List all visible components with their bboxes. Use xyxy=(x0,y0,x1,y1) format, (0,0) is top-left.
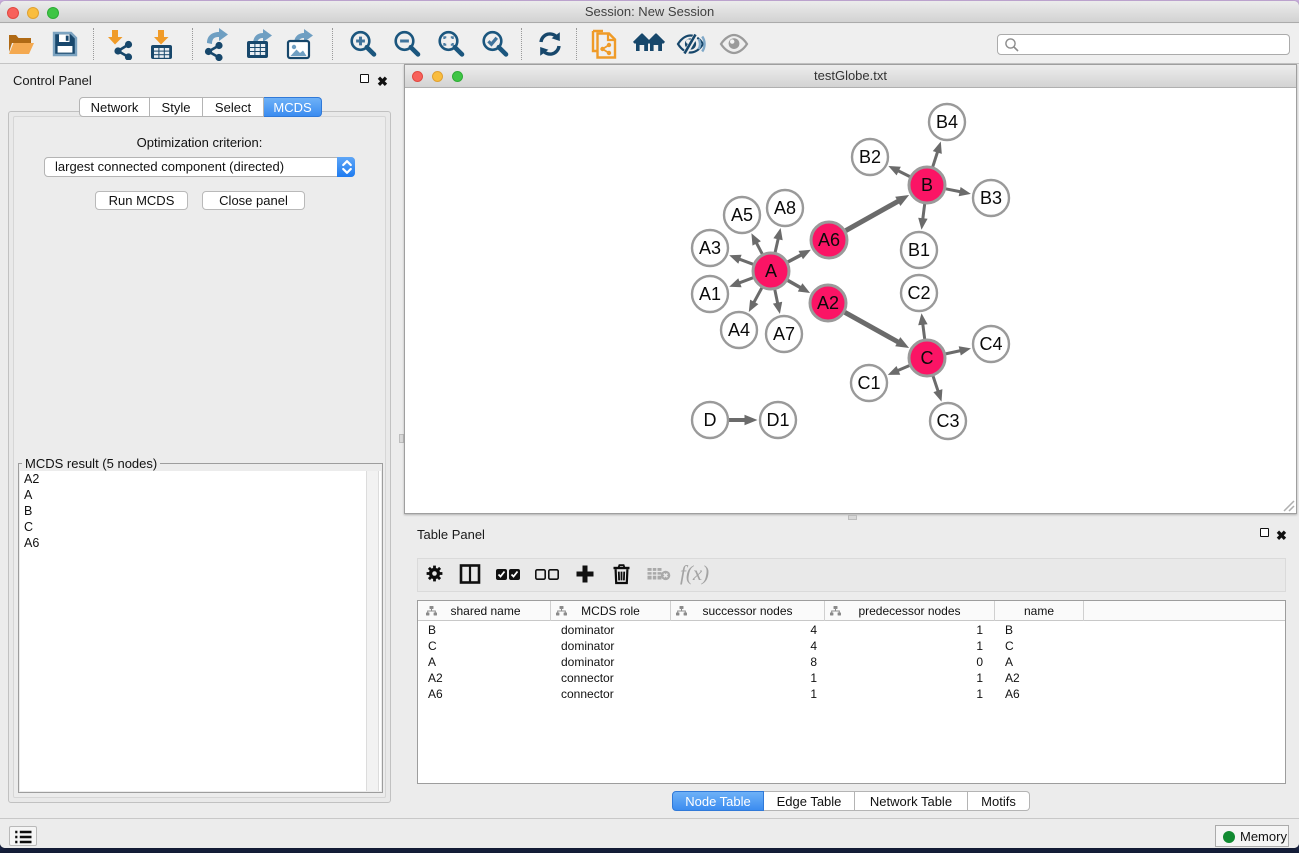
svg-text:A1: A1 xyxy=(699,284,721,304)
svg-text:C2: C2 xyxy=(907,283,930,303)
svg-text:A5: A5 xyxy=(731,205,753,225)
svg-text:B: B xyxy=(921,175,933,195)
svg-text:A4: A4 xyxy=(728,320,750,340)
svg-text:A6: A6 xyxy=(818,230,840,250)
svg-text:C: C xyxy=(921,348,934,368)
svg-text:D: D xyxy=(704,410,717,430)
svg-text:B4: B4 xyxy=(936,112,958,132)
svg-text:C3: C3 xyxy=(936,411,959,431)
svg-text:A8: A8 xyxy=(774,198,796,218)
svg-text:B1: B1 xyxy=(908,240,930,260)
svg-text:A3: A3 xyxy=(699,238,721,258)
svg-text:C1: C1 xyxy=(857,373,880,393)
svg-text:C4: C4 xyxy=(979,334,1002,354)
svg-text:A2: A2 xyxy=(817,293,839,313)
svg-text:A: A xyxy=(765,261,777,281)
svg-text:B2: B2 xyxy=(859,147,881,167)
svg-text:D1: D1 xyxy=(766,410,789,430)
svg-text:B3: B3 xyxy=(980,188,1002,208)
svg-text:A7: A7 xyxy=(773,324,795,344)
